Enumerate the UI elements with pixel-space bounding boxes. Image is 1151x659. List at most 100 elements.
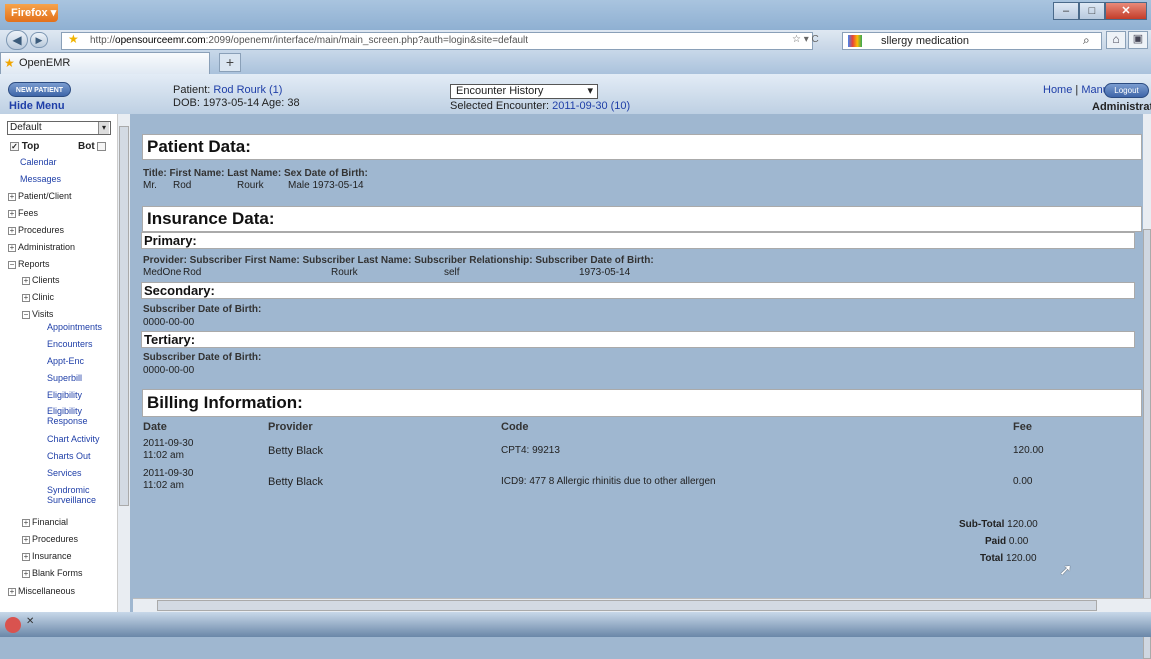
menu-item-calendar[interactable]: Calendar (20, 157, 57, 167)
left-menu-scrollbar[interactable] (117, 114, 130, 612)
primary-relationship: self (444, 267, 460, 278)
maximize-icon[interactable]: □ (1079, 2, 1105, 20)
url-bar[interactable]: http://opensourceemr.com:2099/openemr/in… (61, 32, 813, 50)
logout-label: Logout (1114, 86, 1139, 95)
selected-encounter-line: Selected Encounter: 2011-09-30 (10) (450, 100, 630, 112)
reload-icon[interactable]: ☆ ▾ C (792, 34, 819, 45)
left-scroll-thumb[interactable] (119, 126, 129, 506)
menu-item-encounters[interactable]: Encounters (47, 339, 93, 349)
billing-heading: Billing Information: (142, 389, 1142, 417)
patient-data-heading: Patient Data: (142, 134, 1142, 160)
url-prefix: http:// (90, 35, 116, 46)
menu-item-charts-out[interactable]: Charts Out (47, 451, 91, 461)
horizontal-scroll-thumb[interactable] (157, 600, 1097, 611)
main-scroll-thumb[interactable] (1143, 229, 1151, 659)
total-label: Total (980, 553, 1004, 564)
menu-set-value: Default (10, 122, 42, 133)
patient-label: Patient: (173, 84, 211, 96)
url-path: :2099/openemr/interface/main/main_screen… (205, 35, 529, 46)
menu-item-visits[interactable]: − Visits (22, 309, 53, 319)
menu-item-report-procedures[interactable]: + Procedures (22, 534, 78, 544)
menu-item-administration[interactable]: + Administration (8, 242, 75, 252)
addon-icon[interactable] (5, 617, 21, 633)
menu-label: Fees (18, 208, 39, 218)
close-addon-bar-icon[interactable]: ✕ (26, 616, 34, 627)
menu-item-syndromic-surveillance[interactable]: Syndromic Surveillance (47, 485, 107, 505)
paid-value: 0.00 (1008, 536, 1029, 547)
expand-icon: + (8, 242, 16, 252)
menu-item-eligibility-response[interactable]: Eligibility Response (47, 406, 107, 426)
menu-item-patient-client[interactable]: + Patient/Client (8, 191, 72, 201)
firefox-menu-button[interactable]: Firefox ▾ (5, 4, 58, 22)
menu-item-clinic[interactable]: + Clinic (22, 292, 54, 302)
primary-labels: Provider: Subscriber First Name: Subscri… (143, 255, 654, 266)
menu-item-miscellaneous[interactable]: + Miscellaneous (8, 586, 75, 596)
new-patient-button[interactable]: NEW PATIENT (8, 82, 71, 97)
row1-date: 2011-09-30 (143, 438, 194, 449)
encounter-report: Patient Data: Title: First Name: Last Na… (133, 114, 1143, 598)
menu-item-chart-activity[interactable]: Chart Activity (47, 434, 100, 444)
menu-item-clients[interactable]: + Clients (22, 275, 60, 285)
top-checkbox-row[interactable]: ✓ Top (10, 141, 39, 152)
paid-label: Paid (985, 536, 1007, 547)
menu-item-fees[interactable]: + Fees (8, 208, 38, 218)
back-icon[interactable]: ◀ (6, 30, 28, 50)
patient-name-link[interactable]: Rod Rourk (1) (213, 84, 282, 96)
expand-icon: + (22, 275, 30, 285)
search-input[interactable]: sllergy medication (842, 32, 1102, 50)
menu-label: Clinic (32, 292, 55, 302)
row1-fee: 120.00 (1013, 445, 1044, 456)
home-link[interactable]: Home (1043, 84, 1072, 96)
primary-subscriber-dob: 1973-05-14 (579, 267, 631, 278)
minimize-icon[interactable]: – (1053, 2, 1079, 20)
col-provider: Provider (268, 421, 313, 433)
menu-label: Visits (32, 309, 54, 319)
menu-item-superbill[interactable]: Superbill (47, 373, 82, 383)
close-icon[interactable]: ✕ (1105, 2, 1147, 20)
search-go-icon[interactable]: ⌕ (1083, 33, 1090, 48)
menu-item-messages[interactable]: Messages (20, 174, 61, 184)
new-patient-label: NEW PATIENT (15, 87, 64, 94)
menu-item-appointments[interactable]: Appointments (47, 322, 102, 332)
menu-item-services[interactable]: Services (47, 468, 82, 478)
addons-icon[interactable]: ▣ (1128, 31, 1148, 49)
secondary-dob: 0000-00-00 (143, 317, 195, 328)
menu-item-eligibility[interactable]: Eligibility (47, 390, 82, 400)
chevron-down-icon: ▾ (98, 122, 109, 134)
google-icon[interactable] (848, 35, 862, 47)
hide-menu-link[interactable]: Hide Menu (9, 100, 65, 112)
emr-header: NEW PATIENT Hide Menu Patient: Rod Rourk… (0, 74, 1151, 114)
main-vertical-scrollbar[interactable] (1143, 114, 1151, 659)
menu-item-reports[interactable]: − Reports (8, 259, 50, 269)
row2-date: 2011-09-30 (143, 468, 194, 479)
home-icon[interactable]: ⌂ (1106, 31, 1126, 49)
collapse-icon: − (8, 259, 16, 269)
main-horizontal-scrollbar[interactable] (133, 598, 1151, 612)
user-name: Administrator (1092, 101, 1151, 113)
tab-title: OpenEMR (19, 57, 71, 69)
chevron-down-icon: ▾ (587, 85, 593, 97)
menu-label: Reports (18, 259, 50, 269)
tab-openemr[interactable]: ★ OpenEMR (0, 52, 210, 74)
expand-icon: + (8, 225, 16, 235)
forward-icon[interactable]: ▶ (30, 32, 48, 48)
menu-item-financial[interactable]: + Financial (22, 517, 68, 527)
encounter-select-value: Encounter History (456, 85, 544, 97)
row2-fee: 0.00 (1013, 476, 1033, 487)
bot-checkbox[interactable] (97, 141, 107, 151)
menu-item-blank-forms[interactable]: + Blank Forms (22, 568, 83, 578)
encounter-history-select[interactable]: Encounter History ▾ (450, 84, 598, 99)
menu-item-procedures[interactable]: + Procedures (8, 225, 64, 235)
menu-item-insurance[interactable]: + Insurance (22, 551, 72, 561)
row2-code: ICD9: 477 8 Allergic rhinitis due to oth… (501, 476, 716, 487)
top-checkbox[interactable]: ✓ (10, 141, 19, 151)
bookmark-star-icon[interactable]: ★ (68, 32, 79, 46)
bot-checkbox-row[interactable]: Bot (78, 141, 107, 152)
new-tab-button[interactable]: + (219, 53, 241, 72)
selected-encounter-link[interactable]: 2011-09-30 (10) (552, 100, 630, 112)
menu-set-select[interactable]: Default ▾ (7, 121, 111, 135)
menu-item-appt-enc[interactable]: Appt-Enc (47, 356, 84, 366)
primary-subscriber-first: Rod (183, 267, 202, 278)
logout-button[interactable]: Logout (1104, 83, 1149, 98)
patient-last-name: Rourk (237, 180, 264, 191)
